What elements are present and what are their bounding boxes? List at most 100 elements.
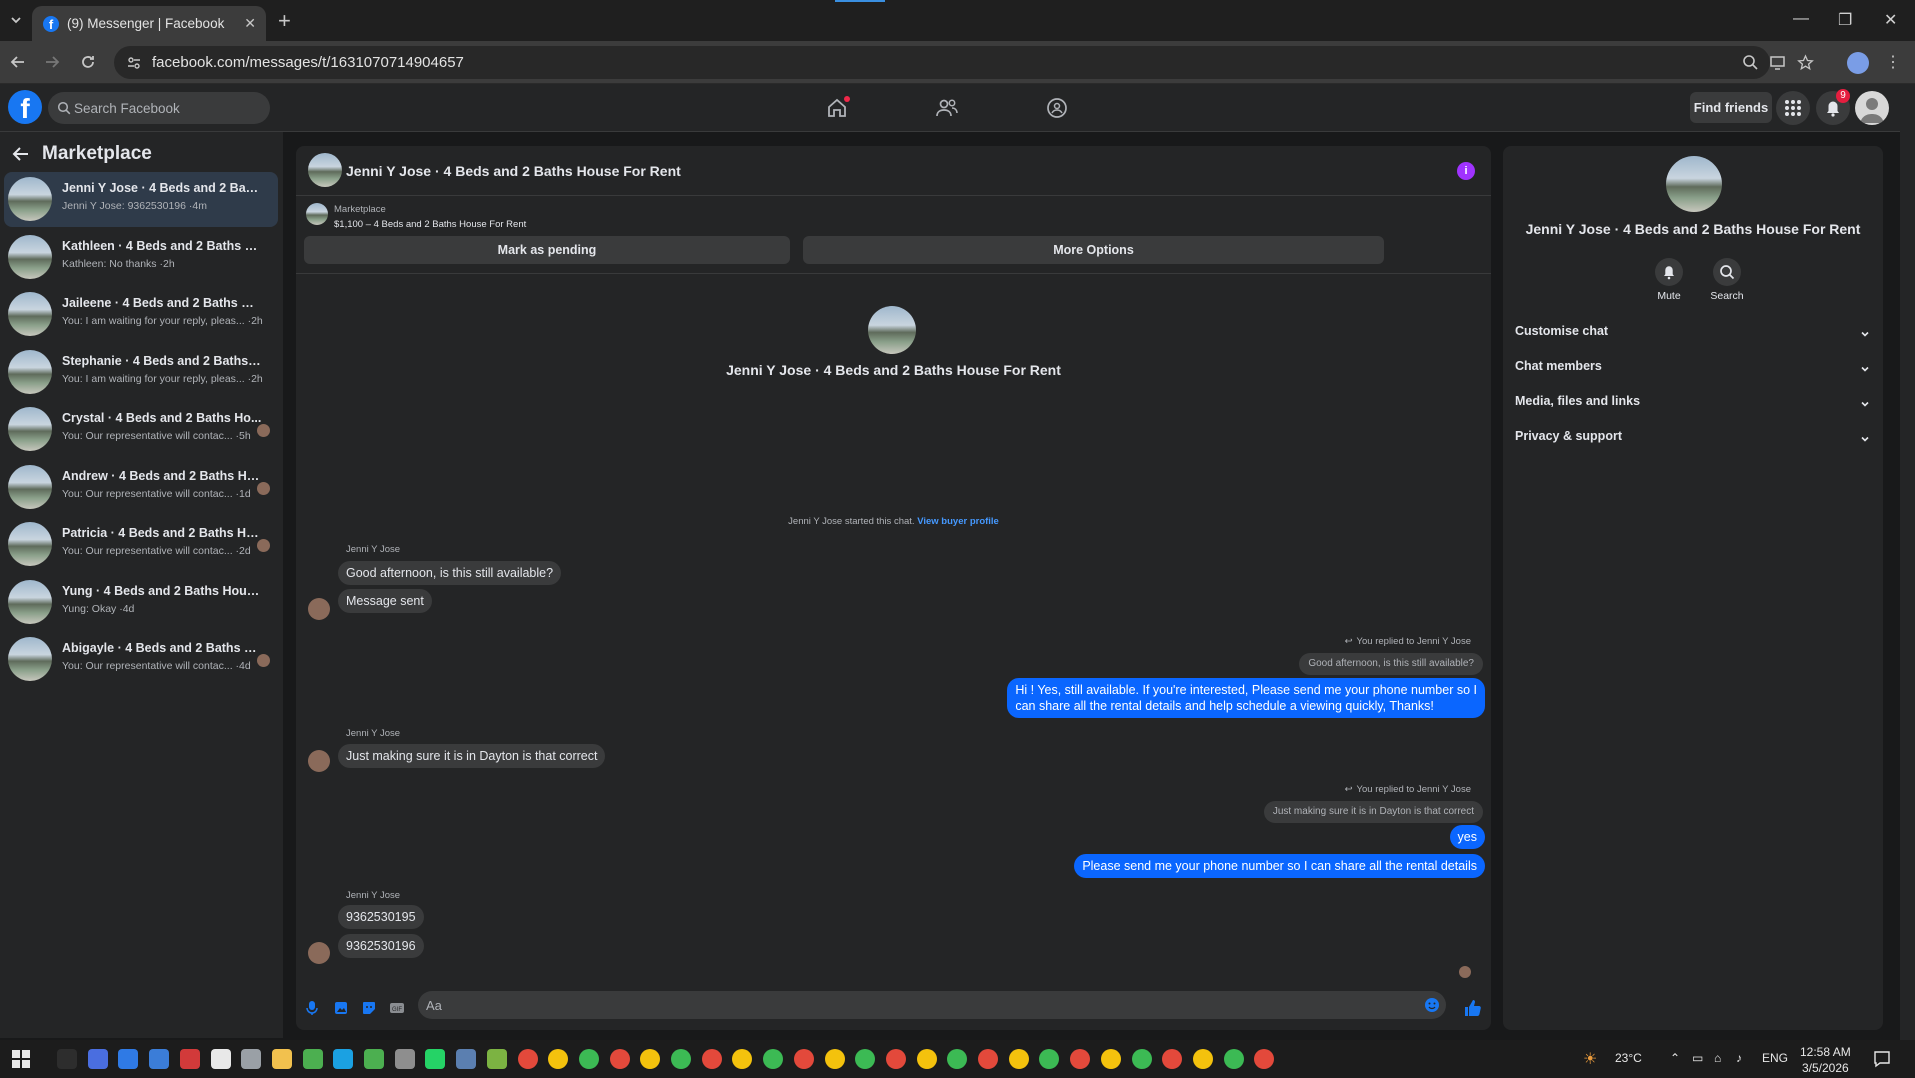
install-app-icon[interactable] bbox=[1769, 54, 1786, 71]
restore-icon[interactable]: ❐ bbox=[1838, 10, 1852, 30]
browser-profile-avatar[interactable] bbox=[1847, 52, 1869, 74]
conversation-item[interactable]: Kathleen · 4 Beds and 2 Baths Hou... Kath… bbox=[4, 230, 278, 285]
find-friends-button[interactable]: Find friends bbox=[1690, 92, 1772, 123]
info-section-privacy-support[interactable]: Privacy & support bbox=[1515, 429, 1871, 459]
taskbar-app-icon[interactable] bbox=[394, 1049, 415, 1069]
incoming-message[interactable]: 9362530196 bbox=[338, 934, 424, 958]
taskbar-app-icon[interactable] bbox=[425, 1049, 446, 1069]
page-scrollbar[interactable] bbox=[1900, 86, 1915, 1040]
weather-temperature[interactable]: 23°C bbox=[1615, 1051, 1642, 1065]
taskbar-app-icon[interactable] bbox=[179, 1049, 200, 1069]
taskbar-app-icon[interactable] bbox=[57, 1049, 77, 1069]
tab-search-dropdown-icon[interactable] bbox=[6, 10, 26, 30]
taskbar-app-icon[interactable] bbox=[947, 1049, 968, 1069]
bookmark-star-icon[interactable] bbox=[1797, 54, 1814, 71]
gif-icon[interactable]: GIF bbox=[389, 1000, 405, 1016]
taskbar-app-icon[interactable] bbox=[302, 1049, 323, 1069]
conversation-item[interactable]: Andrew · 4 Beds and 2 Baths Ho... You: Ou… bbox=[4, 460, 278, 515]
browser-tab-active[interactable]: f (9) Messenger | Facebook ✕ bbox=[32, 6, 266, 41]
incoming-message[interactable]: 9362530195 bbox=[338, 905, 424, 929]
taskbar-app-icon[interactable] bbox=[87, 1049, 108, 1069]
sender-avatar[interactable] bbox=[308, 942, 330, 964]
sender-avatar[interactable] bbox=[308, 750, 330, 772]
taskbar-app-icon[interactable] bbox=[241, 1049, 262, 1069]
taskbar-app-icon[interactable] bbox=[916, 1049, 937, 1069]
like-thumb-icon[interactable] bbox=[1463, 998, 1483, 1018]
windows-start-icon[interactable] bbox=[12, 1050, 30, 1068]
emoji-icon[interactable] bbox=[1424, 997, 1440, 1013]
outgoing-message[interactable]: Please send me your phone number so I ca… bbox=[1074, 854, 1485, 878]
mute-button[interactable]: Mute bbox=[1641, 258, 1697, 302]
taskbar-app-icon[interactable] bbox=[1100, 1049, 1121, 1069]
new-tab-icon[interactable]: + bbox=[278, 8, 291, 34]
taskbar-app-icon[interactable] bbox=[1008, 1049, 1029, 1069]
conversation-item[interactable]: Patricia · 4 Beds and 2 Baths Ho... You: … bbox=[4, 517, 278, 572]
taskbar-app-icon[interactable] bbox=[701, 1049, 722, 1069]
search-in-chat-button[interactable]: Search bbox=[1699, 258, 1755, 302]
outgoing-message[interactable]: Hi ! Yes, still available. If you're int… bbox=[1007, 678, 1485, 718]
taskbar-clock[interactable]: 12:58 AM 3/5/2026 bbox=[1800, 1044, 1851, 1076]
quoted-message[interactable]: Good afternoon, is this still available? bbox=[1299, 653, 1483, 675]
taskbar-app-icon[interactable] bbox=[1162, 1049, 1183, 1069]
view-buyer-profile-link[interactable]: View buyer profile bbox=[917, 516, 999, 527]
conversation-item[interactable]: Yung · 4 Beds and 2 Baths House F... Yung… bbox=[4, 575, 278, 630]
taskbar-app-icon[interactable] bbox=[855, 1049, 876, 1069]
sender-avatar[interactable] bbox=[308, 598, 330, 620]
taskbar-app-icon[interactable] bbox=[609, 1049, 630, 1069]
microphone-icon[interactable] bbox=[304, 1000, 320, 1016]
more-options-button[interactable]: More Options bbox=[803, 236, 1384, 264]
notification-center-icon[interactable] bbox=[1873, 1050, 1891, 1068]
facebook-logo-icon[interactable]: f bbox=[8, 90, 42, 124]
facebook-search[interactable] bbox=[48, 92, 270, 124]
taskbar-app-icon[interactable] bbox=[824, 1049, 845, 1069]
zoom-icon[interactable] bbox=[1742, 54, 1759, 71]
message-input[interactable] bbox=[426, 991, 1406, 1019]
taskbar-app-icon[interactable] bbox=[732, 1049, 753, 1069]
taskbar-app-icon[interactable] bbox=[118, 1049, 139, 1069]
photo-icon[interactable] bbox=[333, 1000, 349, 1016]
taskbar-app-icon[interactable] bbox=[210, 1049, 231, 1069]
chat-title[interactable]: Jenni Y Jose · 4 Beds and 2 Baths House … bbox=[346, 163, 681, 179]
account-avatar[interactable] bbox=[1855, 91, 1889, 125]
minimize-icon[interactable]: — bbox=[1793, 10, 1809, 28]
address-bar[interactable]: facebook.com/messages/t/1631070714904657 bbox=[114, 46, 1814, 79]
taskbar-app-icon[interactable] bbox=[149, 1049, 170, 1069]
browser-menu-icon[interactable]: ⋮ bbox=[1883, 52, 1903, 72]
taskbar-app-icon[interactable] bbox=[333, 1049, 354, 1069]
taskbar-app-icon[interactable] bbox=[1192, 1049, 1213, 1069]
language-indicator[interactable]: ENG bbox=[1762, 1051, 1788, 1065]
taskbar-app-icon[interactable] bbox=[271, 1049, 292, 1069]
taskbar-app-icon[interactable] bbox=[793, 1049, 814, 1069]
taskbar-app-icon[interactable] bbox=[1070, 1049, 1091, 1069]
conversation-item[interactable]: Stephanie · 4 Beds and 2 Baths Ho... You:… bbox=[4, 345, 278, 400]
reload-icon[interactable] bbox=[78, 52, 98, 72]
conversation-item[interactable]: Jaileene · 4 Beds and 2 Baths Hous... You… bbox=[4, 287, 278, 342]
taskbar-app-icon[interactable] bbox=[885, 1049, 906, 1069]
taskbar-app-icon[interactable] bbox=[456, 1049, 477, 1069]
search-input[interactable] bbox=[74, 92, 264, 124]
taskbar-app-icon[interactable] bbox=[364, 1049, 384, 1069]
info-section-chat-members[interactable]: Chat members bbox=[1515, 359, 1871, 389]
taskbar-app-icon[interactable] bbox=[517, 1049, 538, 1069]
show-hidden-icons-icon[interactable]: ⌃ bbox=[1670, 1051, 1680, 1065]
volume-icon[interactable]: ♪ bbox=[1736, 1051, 1742, 1065]
quoted-message[interactable]: Just making sure it is in Dayton is that… bbox=[1263, 801, 1483, 823]
outgoing-message[interactable]: yes bbox=[1449, 825, 1485, 849]
taskbar-app-icon[interactable] bbox=[1223, 1049, 1244, 1069]
info-icon[interactable]: i bbox=[1457, 162, 1475, 180]
taskbar-app-icon[interactable] bbox=[763, 1049, 784, 1069]
window-close-icon[interactable]: ✕ bbox=[1884, 10, 1897, 30]
chat-avatar[interactable] bbox=[308, 153, 342, 187]
forward-icon[interactable] bbox=[42, 52, 62, 72]
incoming-message[interactable]: Good afternoon, is this still available? bbox=[338, 561, 562, 585]
taskbar-app-icon[interactable] bbox=[486, 1049, 507, 1069]
conversation-item[interactable]: Jenni Y Jose · 4 Beds and 2 Baths ... Jen… bbox=[4, 172, 278, 227]
friends-icon[interactable] bbox=[935, 96, 959, 120]
conversation-item[interactable]: Crystal · 4 Beds and 2 Baths Ho... You: O… bbox=[4, 402, 278, 457]
info-section-media-files-and-links[interactable]: Media, files and links bbox=[1515, 394, 1871, 424]
incoming-message[interactable]: Just making sure it is in Dayton is that… bbox=[338, 744, 606, 768]
conversation-item[interactable]: Abigayle · 4 Beds and 2 Baths H... You: O… bbox=[4, 632, 278, 687]
message-input-box[interactable] bbox=[418, 991, 1446, 1019]
back-icon[interactable] bbox=[8, 52, 28, 72]
taskbar-app-icon[interactable] bbox=[1039, 1049, 1060, 1069]
